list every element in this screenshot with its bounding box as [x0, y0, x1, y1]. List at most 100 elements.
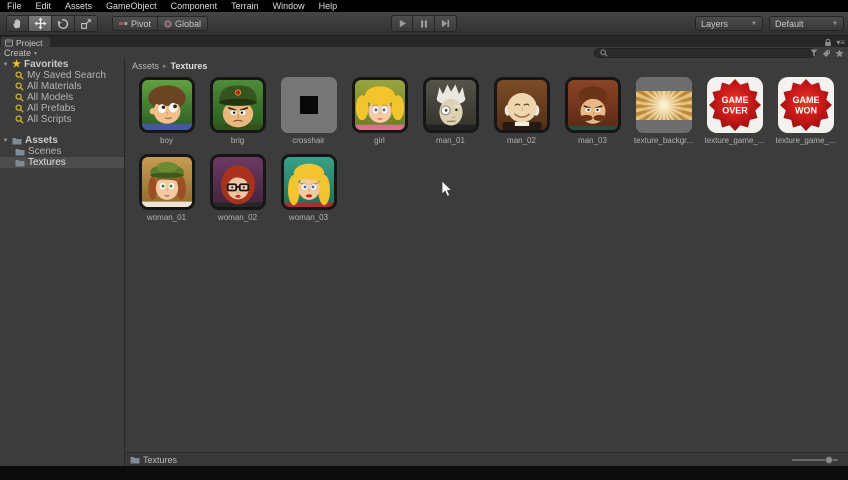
- asset-thumbnail-girl[interactable]: [351, 77, 408, 133]
- pivot-global-toggles: Pivot Global: [112, 16, 209, 31]
- breadcrumb-root[interactable]: Assets: [132, 61, 159, 71]
- asset-item-texture-game-over[interactable]: GAME OVER texture_game_...: [699, 77, 770, 154]
- save-search-icon[interactable]: [835, 48, 844, 58]
- sidebar-item-label: All Materials: [27, 81, 82, 92]
- menu-assets[interactable]: Assets: [58, 0, 99, 12]
- layout-dropdown[interactable]: Default ▼: [769, 16, 844, 31]
- asset-grid-area[interactable]: boy brig crosshair girl man_01 man_02 ma…: [125, 72, 848, 452]
- asset-item-man-03[interactable]: man_03: [557, 77, 628, 154]
- pivot-icon: [119, 20, 128, 27]
- transform-tools: [6, 15, 98, 32]
- saved-search-icon: [15, 71, 24, 80]
- asset-item-man-01[interactable]: man_01: [415, 77, 486, 154]
- scale-tool-button[interactable]: [75, 15, 98, 32]
- asset-thumbnail-brig[interactable]: [209, 77, 266, 133]
- chevron-down-icon: ▼: [751, 20, 757, 27]
- asset-thumbnail-crosshair[interactable]: [280, 77, 337, 133]
- badge-text-line2: OVER: [722, 106, 748, 116]
- step-button[interactable]: [435, 15, 457, 32]
- asset-thumbnail-texture-background[interactable]: [635, 77, 692, 133]
- badge-text-line1: GAME: [792, 95, 819, 105]
- sunburst-texture: [635, 77, 692, 133]
- playmode-controls: [391, 15, 457, 32]
- main-toolbar: Pivot Global Layers ▼ Default ▼: [0, 12, 848, 36]
- search-filter-icons: [810, 48, 844, 58]
- asset-item-girl[interactable]: girl: [344, 77, 415, 154]
- badge-text-line1: GAME: [721, 95, 748, 105]
- sidebar-item-textures[interactable]: Textures: [0, 157, 124, 168]
- search-input[interactable]: [611, 48, 810, 58]
- panel-menu-icon[interactable]: ▾≡: [836, 38, 845, 47]
- create-button[interactable]: Create ▾: [4, 48, 37, 58]
- globe-icon: [164, 19, 172, 28]
- sidebar-item-all-models[interactable]: All Models: [0, 92, 124, 103]
- pivot-toggle-button[interactable]: Pivot: [112, 16, 159, 31]
- play-button[interactable]: [391, 15, 413, 32]
- layout-dropdown-label: Default: [775, 18, 804, 29]
- breadcrumb-current[interactable]: Textures: [171, 61, 208, 71]
- thumbnail-size-slider[interactable]: [792, 456, 838, 464]
- layers-dropdown[interactable]: Layers ▼: [695, 16, 763, 31]
- menu-file[interactable]: File: [0, 0, 29, 12]
- asset-thumbnail-man-03[interactable]: [564, 77, 621, 133]
- sidebar-item-label: My Saved Search: [27, 70, 106, 81]
- sidebar-item-all-prefabs[interactable]: All Prefabs: [0, 103, 124, 114]
- asset-thumbnail-woman-02[interactable]: [209, 154, 266, 210]
- unity-editor-window: { "menus": ["File", "Edit", "Assets", "G…: [0, 0, 848, 480]
- menu-terrain[interactable]: Terrain: [224, 0, 266, 12]
- asset-label: texture_game_...: [775, 136, 836, 145]
- lock-icon[interactable]: [824, 38, 832, 47]
- asset-item-woman-03[interactable]: woman_03: [273, 154, 344, 231]
- sidebar-item-all-materials[interactable]: All Materials: [0, 81, 124, 92]
- menu-window[interactable]: Window: [266, 0, 312, 12]
- sidebar-item-all-scripts[interactable]: All Scripts: [0, 114, 124, 125]
- pause-button[interactable]: [413, 15, 435, 32]
- asset-item-texture-background[interactable]: texture_backgr...: [628, 77, 699, 154]
- create-label: Create: [4, 48, 32, 58]
- filter-by-label-icon[interactable]: [822, 49, 831, 58]
- hand-tool-button[interactable]: [6, 15, 29, 32]
- asset-item-boy[interactable]: boy: [131, 77, 202, 154]
- sidebar-item-scenes[interactable]: Scenes: [0, 146, 124, 157]
- asset-label: woman_02: [217, 213, 258, 222]
- move-icon: [33, 17, 47, 30]
- rotate-tool-button[interactable]: [52, 15, 75, 32]
- assets-header[interactable]: ▼ Assets: [0, 135, 124, 146]
- slider-knob[interactable]: [825, 456, 833, 464]
- asset-thumbnail-man-02[interactable]: [493, 77, 550, 133]
- asset-thumbnail-man-01[interactable]: [422, 77, 479, 133]
- foldout-icon[interactable]: ▼: [2, 62, 9, 68]
- asset-thumbnail-boy[interactable]: [138, 77, 195, 133]
- sidebar-item-my-saved-search[interactable]: My Saved Search: [0, 70, 124, 81]
- asset-item-man-02[interactable]: man_02: [486, 77, 557, 154]
- project-sidebar: ▼ ★ Favorites My Saved Search All Materi…: [0, 59, 125, 466]
- layers-dropdown-label: Layers: [701, 18, 729, 29]
- menu-gameobject[interactable]: GameObject: [99, 0, 164, 12]
- asset-thumbnail-woman-03[interactable]: [280, 154, 337, 210]
- asset-item-woman-01[interactable]: woman_01: [131, 154, 202, 231]
- move-tool-button[interactable]: [29, 15, 52, 32]
- menu-edit[interactable]: Edit: [29, 0, 59, 12]
- favorites-header[interactable]: ▼ ★ Favorites: [0, 59, 124, 70]
- asset-item-woman-02[interactable]: woman_02: [202, 154, 273, 231]
- project-status-bar: Textures: [125, 452, 848, 466]
- asset-label: brig: [230, 136, 245, 145]
- asset-item-crosshair[interactable]: crosshair: [273, 77, 344, 154]
- asset-item-texture-game-won[interactable]: GAME WON texture_game_...: [770, 77, 841, 154]
- asset-thumbnail-woman-01[interactable]: [138, 154, 195, 210]
- menu-help[interactable]: Help: [312, 0, 345, 12]
- pivot-label: Pivot: [131, 18, 152, 29]
- filter-by-type-icon[interactable]: [810, 49, 818, 57]
- global-toggle-button[interactable]: Global: [158, 16, 209, 31]
- search-icon: [600, 49, 608, 57]
- asset-thumbnail-game-won[interactable]: GAME WON: [777, 77, 834, 133]
- menu-component[interactable]: Component: [164, 0, 225, 12]
- hand-icon: [12, 18, 23, 29]
- crosshair-texture: [280, 77, 337, 133]
- asset-label: man_02: [507, 136, 536, 145]
- asset-thumbnail-game-over[interactable]: GAME OVER: [706, 77, 763, 133]
- asset-item-brig[interactable]: brig: [202, 77, 273, 154]
- asset-grid: boy brig crosshair girl man_01 man_02 ma…: [131, 77, 841, 231]
- global-label: Global: [175, 18, 202, 29]
- foldout-icon[interactable]: ▼: [2, 138, 9, 144]
